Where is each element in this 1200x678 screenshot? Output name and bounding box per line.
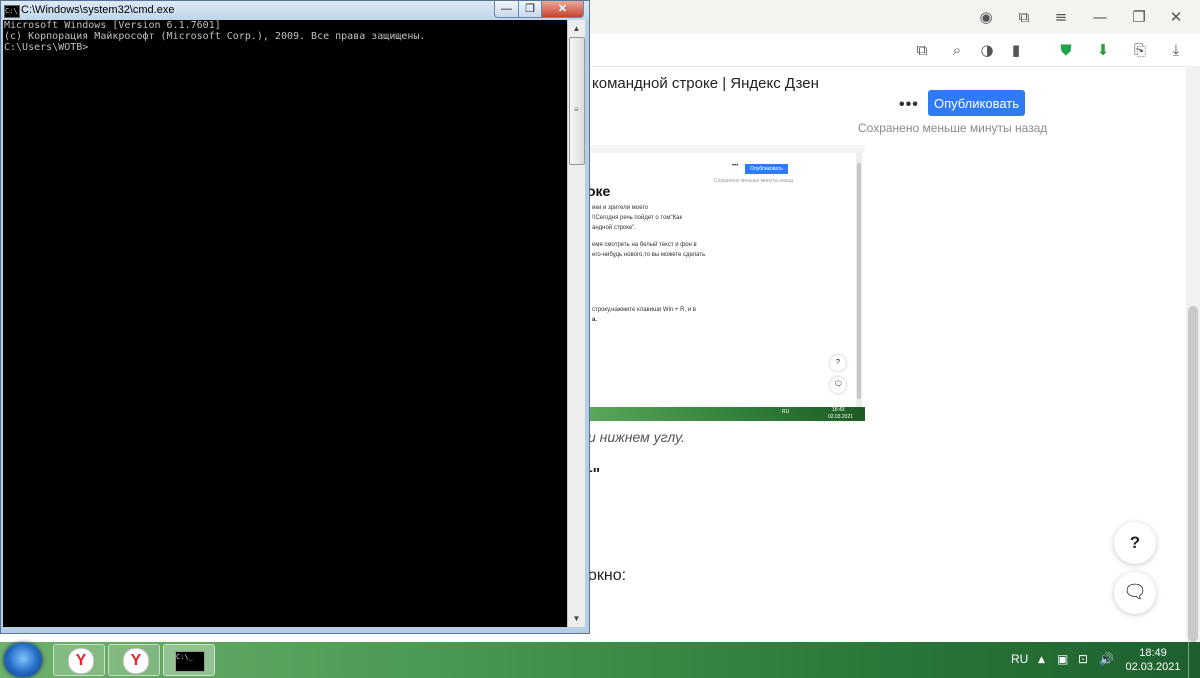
cmd-minimize-button[interactable]: — [494, 1, 519, 18]
cmd-window-title: C:\Windows\system32\cmd.exe [21, 4, 175, 16]
bookmark-icon[interactable]: ▮ [1006, 40, 1026, 60]
page-title: командной строке | Яндекс Дзен [592, 75, 819, 92]
page-scrollbar[interactable] [1186, 66, 1200, 642]
cmd-console-area[interactable]: Microsoft Windows [Version 6.1.7601] (c) … [3, 20, 567, 627]
close-icon[interactable]: ✕ [1166, 7, 1186, 27]
page-scrollbar-thumb[interactable] [1188, 306, 1198, 642]
screenshot-browser-bar [590, 145, 865, 153]
cmd-vertical-scrollbar[interactable]: ▲ ≡ ▼ [567, 20, 585, 627]
taskbar-yandex-browser-1[interactable]: Y [53, 644, 105, 676]
grip-icon: ≡ [574, 105, 579, 114]
more-options-button[interactable]: ••• [899, 96, 919, 114]
downloads-icon[interactable]: ⤓ [1166, 40, 1186, 60]
tray-expand-icon[interactable]: ▲ [1038, 655, 1045, 665]
screenshot-lang: RU [782, 409, 790, 415]
screenshot-text-line: а. [592, 317, 598, 323]
console-prompt: C:\Users\WOTB> [4, 42, 89, 53]
screenshot-heading: оке [590, 183, 611, 199]
chat-icon: 🗨 [1122, 582, 1148, 603]
article-text-fragment: окно: [588, 567, 627, 584]
volume-icon[interactable]: 🔊 [1099, 652, 1114, 666]
chat-button[interactable]: 🗨 [1114, 572, 1156, 614]
screenshot-dots: ••• [732, 163, 739, 169]
screenshot-text-line: строку,нажмите клавиши Win + R, и в [592, 307, 696, 313]
screenshot-time: 18:43 [832, 407, 845, 413]
clock-date[interactable]: 02.03.2021 [1125, 661, 1181, 673]
cmd-maximize-button[interactable]: ❐ [518, 1, 542, 18]
scroll-up-arrow-icon[interactable]: ▲ [568, 20, 585, 37]
screenshot-help-icon: ? [830, 355, 846, 371]
restore-icon[interactable]: ❐ [1129, 7, 1149, 27]
tray-device-icon[interactable]: ▣ [1057, 652, 1068, 666]
bookmark-panel-icon[interactable]: ⧉ [1014, 7, 1034, 27]
taskbar-yandex-browser-2[interactable]: Y [108, 644, 160, 676]
cmd-scrollbar-thumb[interactable]: ≡ [569, 37, 585, 165]
cmd-taskbar-icon: C:\_ [175, 651, 205, 672]
cmd-window: C:\ C:\Windows\system32\cmd.exe — ❐ ✕ Mi… [0, 0, 590, 634]
start-button[interactable] [4, 643, 42, 677]
search-icon[interactable]: ⌕ [947, 40, 967, 60]
screenshot-saved-status: Сохранено меньше минуты назад [714, 178, 793, 184]
console-line: (c) Корпорация Майкрософт (Microsoft Cor… [4, 31, 426, 42]
screenshot-text-line: его-нибудь нового,то вы можете сделать [592, 252, 706, 258]
save-status: Сохранено меньше минуты назад [858, 121, 1048, 135]
screenshot-publish-button: Опубликовать [745, 164, 788, 174]
cmd-title-bar[interactable]: C:\ C:\Windows\system32\cmd.exe — ❐ ✕ [1, 1, 589, 20]
taskbar-cmd[interactable]: C:\_ [163, 644, 215, 676]
scroll-down-arrow-icon[interactable]: ▼ [568, 610, 585, 627]
clock-time[interactable]: 18:49 [1128, 647, 1178, 659]
protect-icon[interactable]: ◉ [976, 7, 996, 27]
publish-button[interactable]: Опубликовать [928, 90, 1025, 116]
yandex-browser-icon: Y [123, 648, 149, 674]
extensions-icon[interactable]: ⎘ [1130, 40, 1150, 60]
shield-icon[interactable]: ⛊ [1056, 40, 1076, 60]
help-button[interactable]: ? [1114, 522, 1156, 564]
reader-icon[interactable]: ◑ [977, 40, 997, 60]
show-desktop-button[interactable] [1188, 642, 1200, 678]
menu-icon[interactable]: ≡ [1051, 7, 1071, 27]
cmd-app-icon: C:\ [4, 5, 20, 18]
article-screenshot-image: ••• Опубликовать Сохранено меньше минуты… [590, 145, 865, 421]
screenshot-taskbar: RU 18:43 02.03.2021 [590, 407, 865, 421]
screenshot-text-line: !!Сегодня речь пойдет о том"Как [592, 215, 683, 221]
download-extension-icon[interactable]: ⬇ [1093, 40, 1113, 60]
language-indicator[interactable]: RU [1011, 652, 1028, 666]
screenshot-text-line: ики и зрители моего [592, 205, 648, 211]
cmd-close-button[interactable]: ✕ [541, 1, 584, 18]
screenshot-date: 02.03.2021 [828, 414, 854, 420]
tabs-icon[interactable]: ⧉ [912, 40, 932, 60]
screenshot-scrollbar [856, 153, 862, 409]
article-text-fragment: и нижнем углу. [588, 429, 686, 445]
screenshot-text-line: емя смотреть на белый текст и фон в [592, 242, 697, 248]
yandex-browser-icon: Y [68, 648, 94, 674]
screenshot-chat-icon: 🗨 [830, 377, 846, 393]
minimize-icon[interactable]: — [1090, 7, 1110, 27]
network-icon[interactable]: ⊡ [1078, 652, 1088, 666]
console-line: Microsoft Windows [Version 6.1.7601] [4, 20, 221, 31]
screenshot-text-line: андной строке". [592, 225, 637, 231]
